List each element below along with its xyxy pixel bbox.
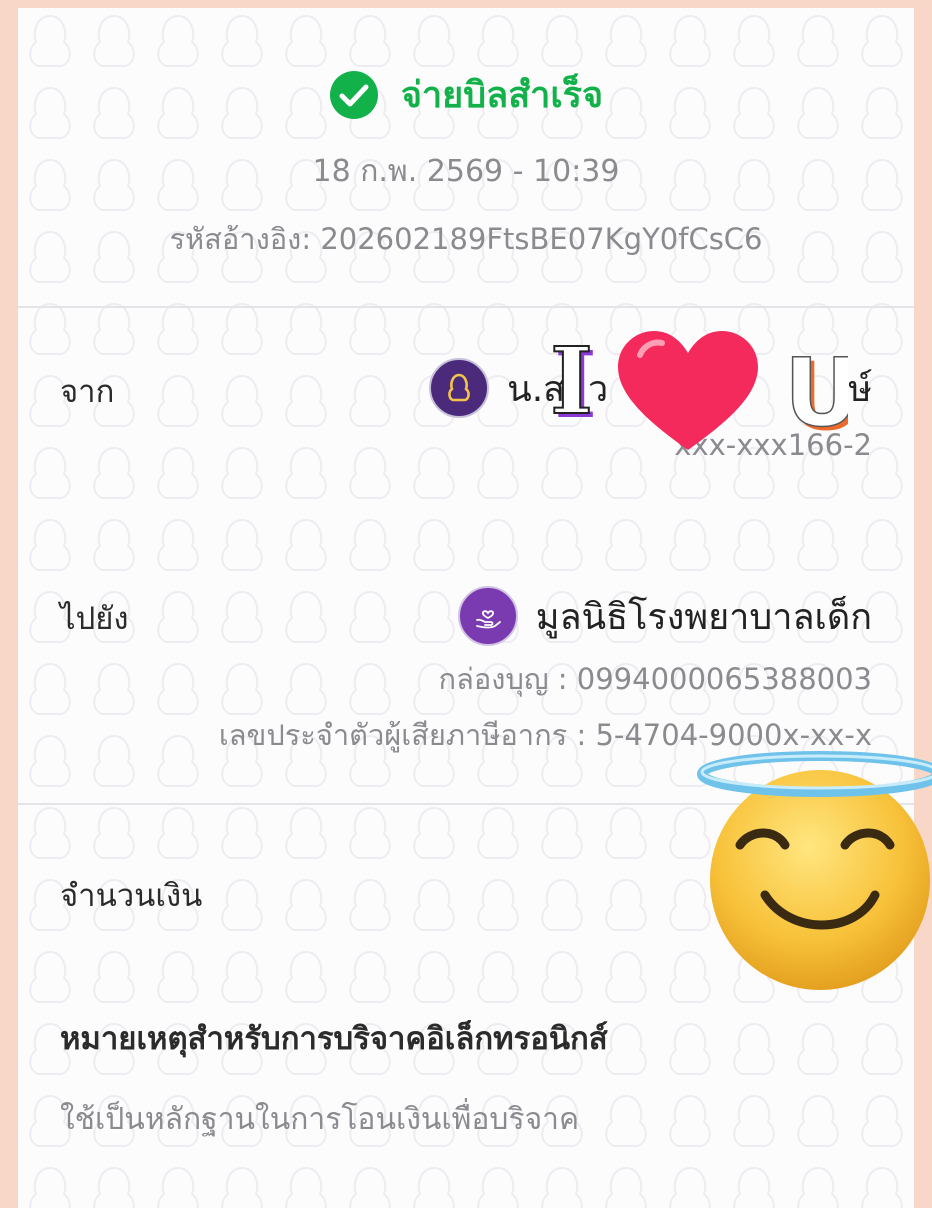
check-circle-icon <box>329 70 378 119</box>
amount-label: จำนวนเงิน <box>60 878 203 914</box>
to-details: มูลนิธิโรงพยาบาลเด็ก กล่องบุญ : 09940000… <box>219 586 872 758</box>
divider <box>18 306 914 308</box>
reference-line: รหัสอ้างอิง: 202602189FtsBE07KgY0fCsC6 <box>18 216 914 262</box>
note-text: ใช้เป็นหลักฐานในการโอนเงินเพื่อบริจาค <box>60 1102 580 1137</box>
to-label: ไปยัง <box>60 601 129 637</box>
svg-text:U: U <box>784 339 848 448</box>
from-name-end: ษ์ <box>848 368 872 410</box>
sticker-letter-u: U U <box>783 338 848 452</box>
receipt-header: จ่ายบิลสำเร็จ 18 ก.พ. 2569 - 10:39 รหัสอ… <box>18 8 914 308</box>
donation-box-line: กล่องบุญ : 0994000065388003 <box>219 656 872 702</box>
tax-id-label: เลขประจำตัวผู้เสียภาษีอากร : <box>218 718 587 752</box>
note-title: หมายเหตุสำหรับการบริจาคอิเล็กทรอนิกส์ <box>60 1021 608 1057</box>
transaction-datetime: 18 ก.พ. 2569 - 10:39 <box>312 154 620 189</box>
bank-logo-icon <box>429 358 490 418</box>
donation-box-label: กล่องบุญ : <box>438 662 568 696</box>
reference-label: รหัสอ้างอิง: <box>169 222 312 256</box>
charity-hand-heart-icon <box>457 586 518 646</box>
smiling-face-with-halo-icon <box>697 751 932 990</box>
heart-icon <box>618 331 758 450</box>
receipt-card: จ่ายบิลสำเร็จ 18 ก.พ. 2569 - 10:39 รหัสอ… <box>18 8 914 1208</box>
status-title: จ่ายบิลสำเร็จ <box>400 75 604 116</box>
i-love-you-sticker: I I U U <box>549 326 848 452</box>
donation-box-value: 0994000065388003 <box>576 662 872 696</box>
sticker-letter-i: I I <box>549 326 597 439</box>
reference-value: 202602189FtsBE07KgY0fCsC6 <box>320 222 763 256</box>
tax-id-value: 5-4704-9000x-xx-x <box>595 718 872 752</box>
to-name: มูลนิธิโรงพยาบาลเด็ก <box>535 596 872 638</box>
to-name-row: มูลนิธิโรงพยาบาลเด็ก <box>219 586 872 646</box>
from-label: จาก <box>60 374 115 410</box>
status-row: จ่ายบิลสำเร็จ <box>18 66 914 123</box>
svg-text:I: I <box>550 327 593 435</box>
